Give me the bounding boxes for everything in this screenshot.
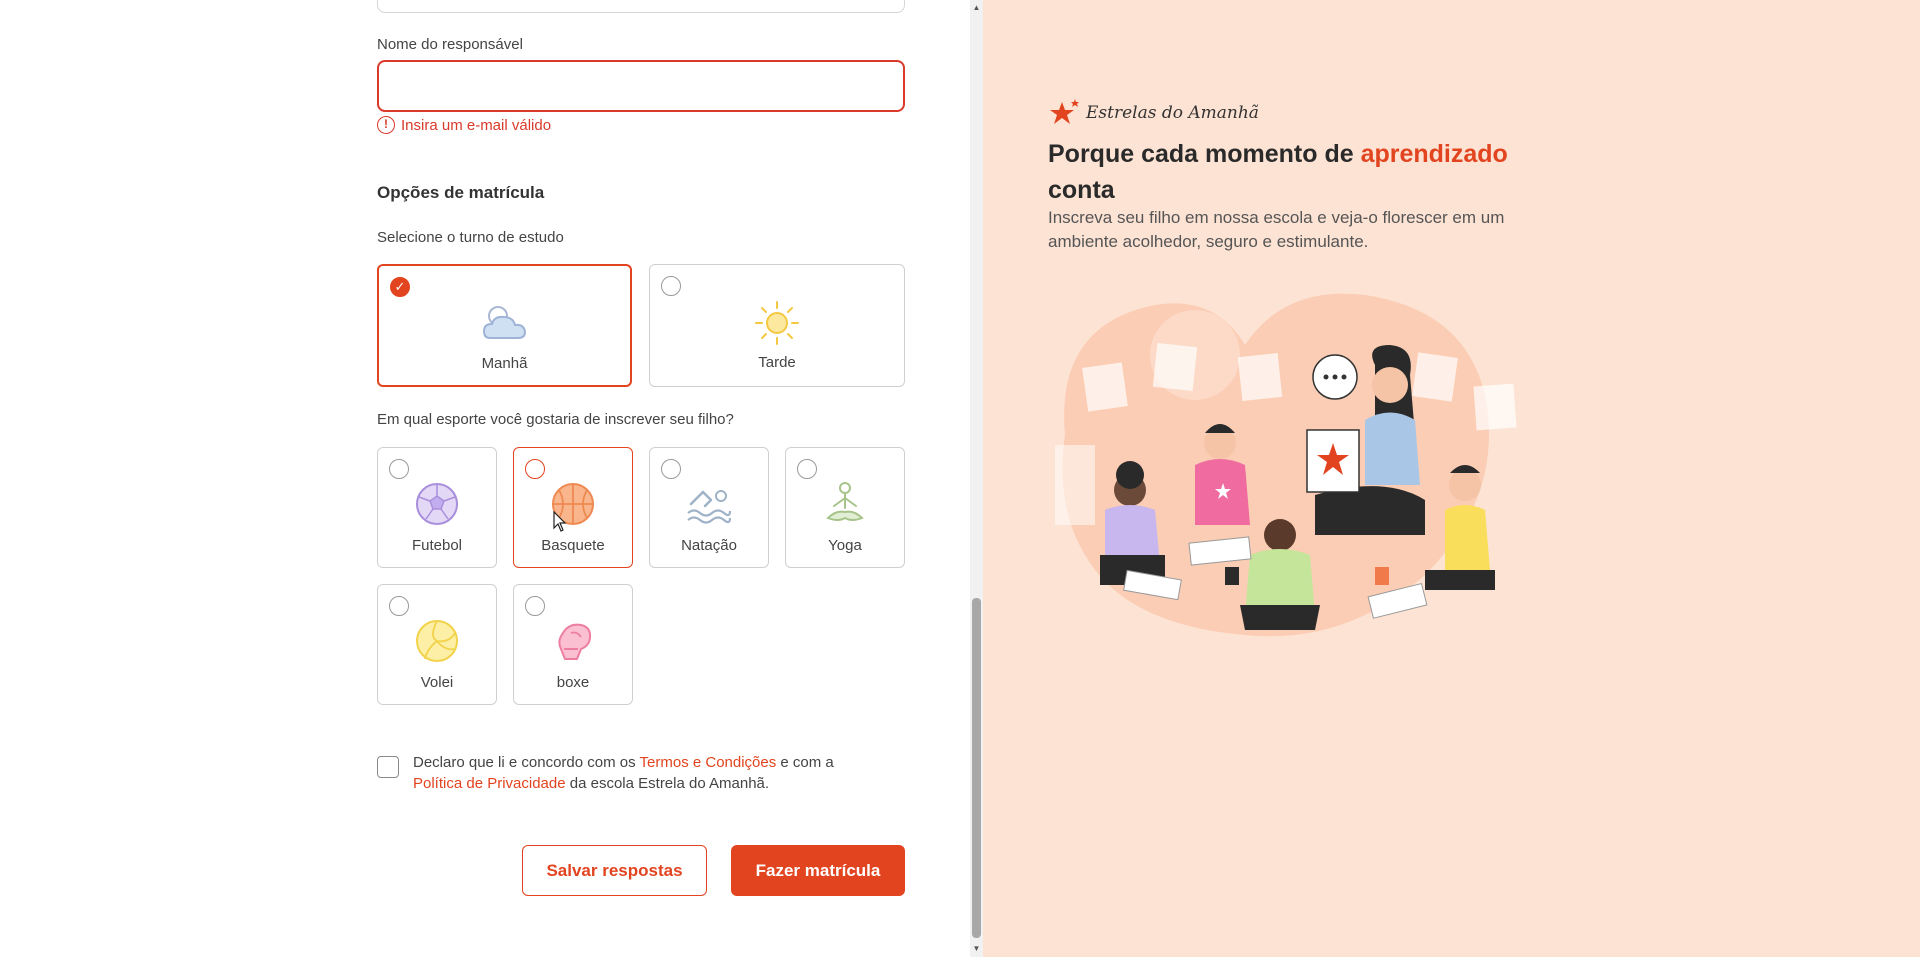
sport-label-yoga: Yoga <box>828 537 862 554</box>
headline-part2: conta <box>1048 176 1115 204</box>
radio-unselected[interactable] <box>389 459 409 479</box>
terms-text: Declaro que li e concordo com os Termos … <box>413 752 913 794</box>
promo-headline: Porque cada momento de aprendizado conta <box>1048 136 1568 208</box>
previous-input-field[interactable] <box>377 0 905 13</box>
scrollbar-thumb[interactable] <box>972 598 981 938</box>
sport-label-basketball: Basquete <box>541 537 605 554</box>
radio-unselected[interactable] <box>661 459 681 479</box>
terms-text-part1: Declaro que li e concordo com os <box>413 754 640 771</box>
sport-label-soccer: Futebol <box>411 537 463 554</box>
sport-label-volleyball: Volei <box>420 674 454 691</box>
error-message: Insira um e-mail válido <box>401 116 552 134</box>
sport-option-basketball[interactable]: Basquete <box>513 447 633 568</box>
sport-label: Em qual esporte você gostaria de inscrev… <box>377 411 734 428</box>
shift-option-afternoon[interactable]: Tarde <box>649 264 905 387</box>
guardian-name-error: ! Insira um e-mail válido <box>377 116 551 134</box>
sport-label-swimming: Natação <box>681 537 737 554</box>
enrollment-form-panel: Nome do responsável ! Insira um e-mail v… <box>0 0 970 957</box>
sport-option-swimming[interactable]: Natação <box>649 447 769 568</box>
boxing-glove-icon <box>558 623 592 660</box>
mouse-cursor-icon <box>553 511 567 532</box>
radio-unselected[interactable] <box>525 459 545 479</box>
sport-option-boxing[interactable]: boxe <box>513 584 633 705</box>
radio-unselected[interactable] <box>797 459 817 479</box>
headline-part1: Porque cada momento de <box>1048 140 1361 168</box>
shift-label-afternoon: Tarde <box>758 354 796 371</box>
guardian-name-label: Nome do responsável <box>377 36 523 53</box>
check-icon[interactable]: ✓ <box>390 277 410 297</box>
sport-option-yoga[interactable]: Yoga <box>785 447 905 568</box>
sport-option-soccer[interactable]: Futebol <box>377 447 497 568</box>
page-scrollbar[interactable]: ▲ ▼ <box>970 0 983 957</box>
shift-label: Selecione o turno de estudo <box>377 229 564 246</box>
error-icon: ! <box>377 116 395 134</box>
shift-label-morning: Manhã <box>481 355 528 372</box>
scroll-up-icon[interactable]: ▲ <box>972 3 981 13</box>
swimmer-icon <box>687 490 732 524</box>
guardian-name-input[interactable] <box>377 60 905 112</box>
enroll-button[interactable]: Fazer matrícula <box>731 845 905 896</box>
volleyball-icon <box>416 620 458 662</box>
radio-unselected[interactable] <box>525 596 545 616</box>
soccer-ball-icon <box>416 483 458 525</box>
children-learning-illustration <box>1055 293 1517 637</box>
cloud-sun-icon <box>482 306 526 339</box>
headline-accent: aprendizado <box>1360 140 1508 168</box>
terms-text-part3: da escola Estrela do Amanhã. <box>565 775 770 792</box>
sun-icon <box>755 301 799 345</box>
radio-unselected[interactable] <box>661 276 681 296</box>
terms-link[interactable]: Termos e Condições <box>640 754 777 771</box>
terms-checkbox[interactable] <box>377 756 399 778</box>
brand-logo: Estrelas do Amanhã <box>1048 98 1259 128</box>
brand-name: Estrelas do Amanhã <box>1086 103 1259 123</box>
star-logo-icon <box>1050 99 1079 124</box>
privacy-link[interactable]: Política de Privacidade <box>413 775 566 792</box>
radio-unselected[interactable] <box>389 596 409 616</box>
yoga-icon <box>826 482 864 521</box>
enrollment-options-title: Opções de matrícula <box>377 183 545 202</box>
terms-text-part2: e com a <box>776 754 834 771</box>
sport-option-volleyball[interactable]: Volei <box>377 584 497 705</box>
save-answers-button[interactable]: Salvar respostas <box>522 845 707 896</box>
sport-label-boxing: boxe <box>556 674 590 691</box>
scroll-down-icon[interactable]: ▼ <box>972 944 981 954</box>
promo-subhead: Inscreva seu filho em nossa escola e vej… <box>1048 208 1505 251</box>
shift-option-morning[interactable]: ✓ Manhã <box>377 264 632 387</box>
